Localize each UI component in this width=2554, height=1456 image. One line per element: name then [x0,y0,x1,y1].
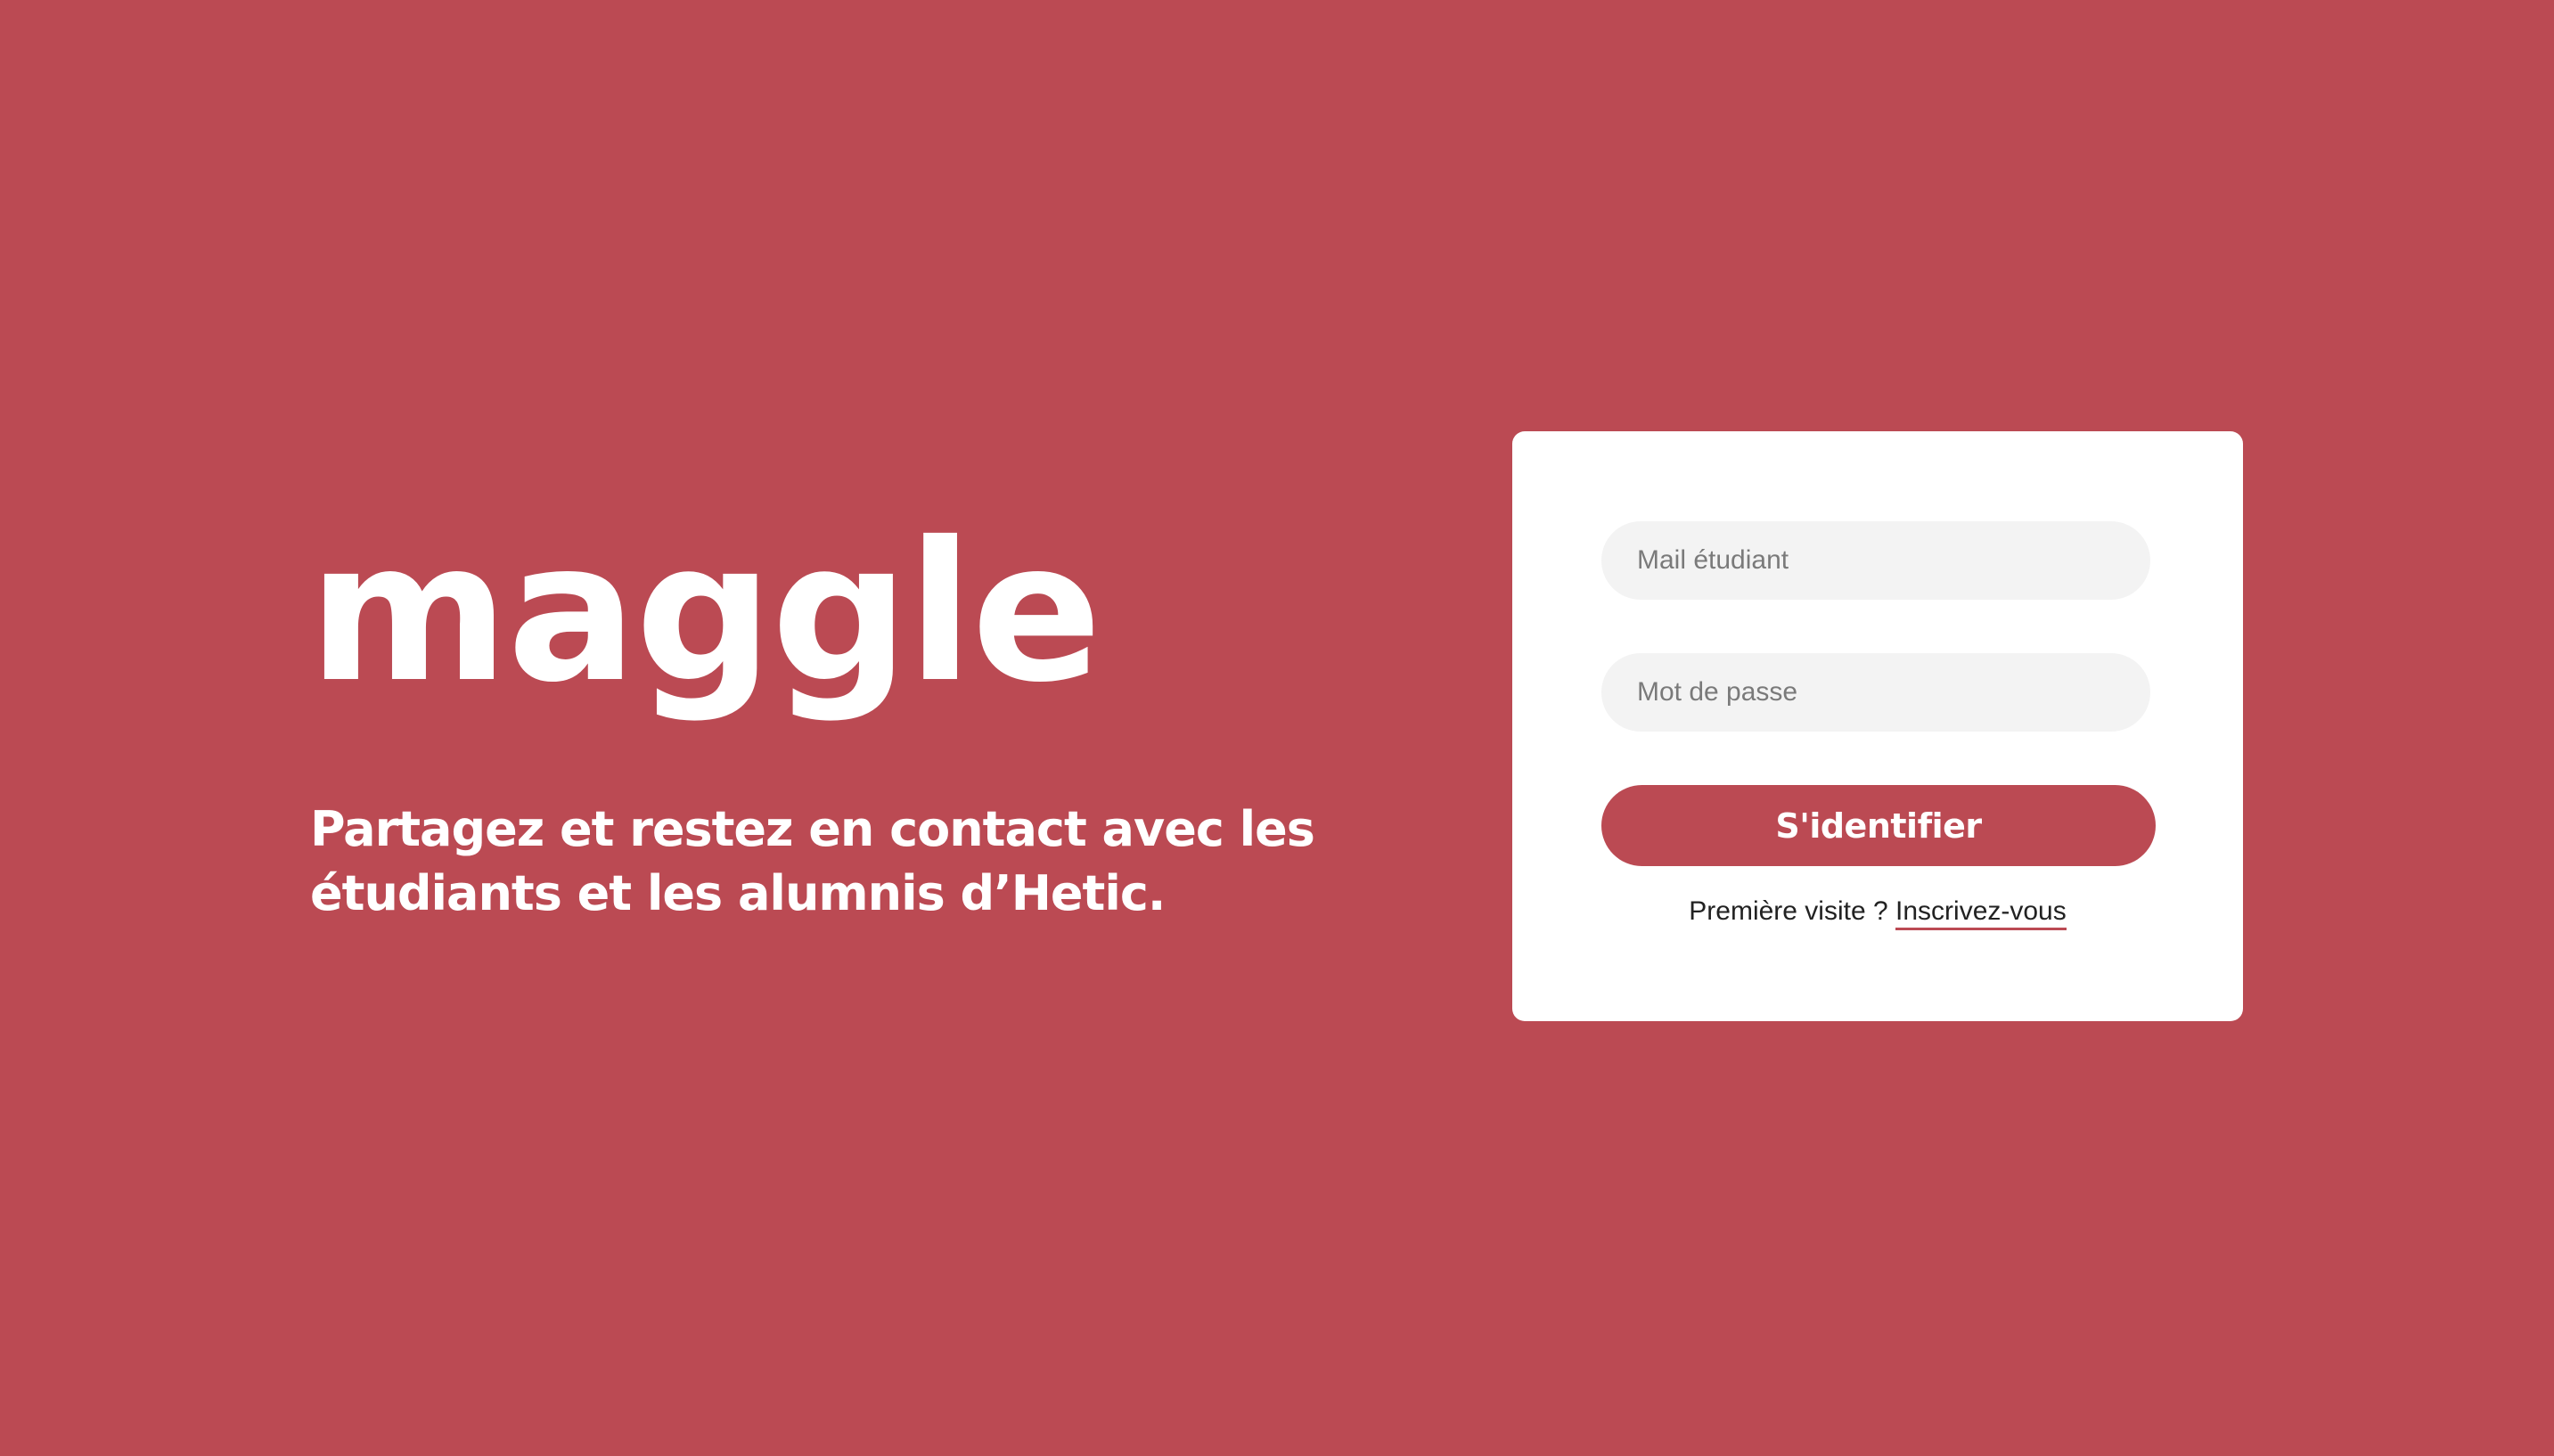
tagline-line-2: étudiants et les alumnis d’Hetic. [310,865,1166,921]
signup-prompt-text: Première visite ? [1689,896,1888,926]
tagline-line-1: Partagez et restez en contact avec les [310,801,1315,857]
login-card: S'identifier Première visite ? Inscrivez… [1512,431,2243,1021]
password-field[interactable] [1601,653,2150,732]
login-button[interactable]: S'identifier [1601,785,2156,866]
email-field[interactable] [1601,521,2150,600]
login-page: maggle Partagez et restez en contact ave… [0,0,2554,1456]
brand-logo: maggle [308,501,1102,724]
signup-link[interactable]: Inscrivez-vous [1895,896,2067,930]
hero-section: maggle Partagez et restez en contact ave… [308,501,1378,922]
brand-tagline: Partagez et restez en contact avec les é… [310,798,1406,926]
signup-prompt: Première visite ? Inscrivez-vous [1512,896,2243,930]
